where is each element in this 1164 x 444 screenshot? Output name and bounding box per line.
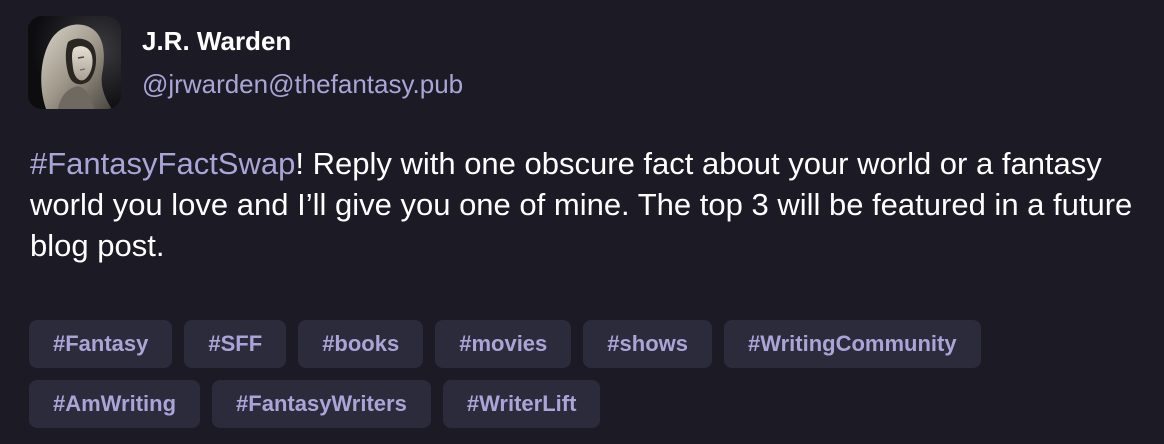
author-info: J.R. Warden @jrwarden@thefantasy.pub [142,16,463,99]
hashtag-chip[interactable]: #SFF [184,320,287,368]
hashtag-chip[interactable]: #shows [583,320,712,368]
hooded-figure-avatar-image [28,16,121,109]
post-content: #FantasyFactSwap! Reply with one obscure… [30,143,1150,266]
avatar[interactable] [28,16,121,109]
post-header: J.R. Warden @jrwarden@thefantasy.pub [28,16,463,109]
hashtag-row: #Fantasy #SFF #books #movies #shows #Wri… [29,320,1139,368]
hashtag-chip[interactable]: #AmWriting [29,380,201,428]
hashtag-chip[interactable]: #WritingCommunity [723,320,981,368]
hashtag-chip[interactable]: #Fantasy [29,320,173,368]
hashtag-chip[interactable]: #WriterLift [442,380,601,428]
post-card: J.R. Warden @jrwarden@thefantasy.pub #Fa… [0,0,1164,444]
author-handle[interactable]: @jrwarden@thefantasy.pub [142,69,463,99]
hashtag-row: #AmWriting #FantasyWriters #WriterLift [29,380,1139,428]
hashtag-link[interactable]: #FantasyFactSwap [30,146,295,181]
hashtag-chip[interactable]: #books [298,320,424,368]
hashtag-chip[interactable]: #FantasyWriters [212,380,431,428]
author-display-name[interactable]: J.R. Warden [142,26,463,56]
hashtag-chip[interactable]: #movies [435,320,572,368]
hashtag-bar: #Fantasy #SFF #books #movies #shows #Wri… [29,320,1139,440]
